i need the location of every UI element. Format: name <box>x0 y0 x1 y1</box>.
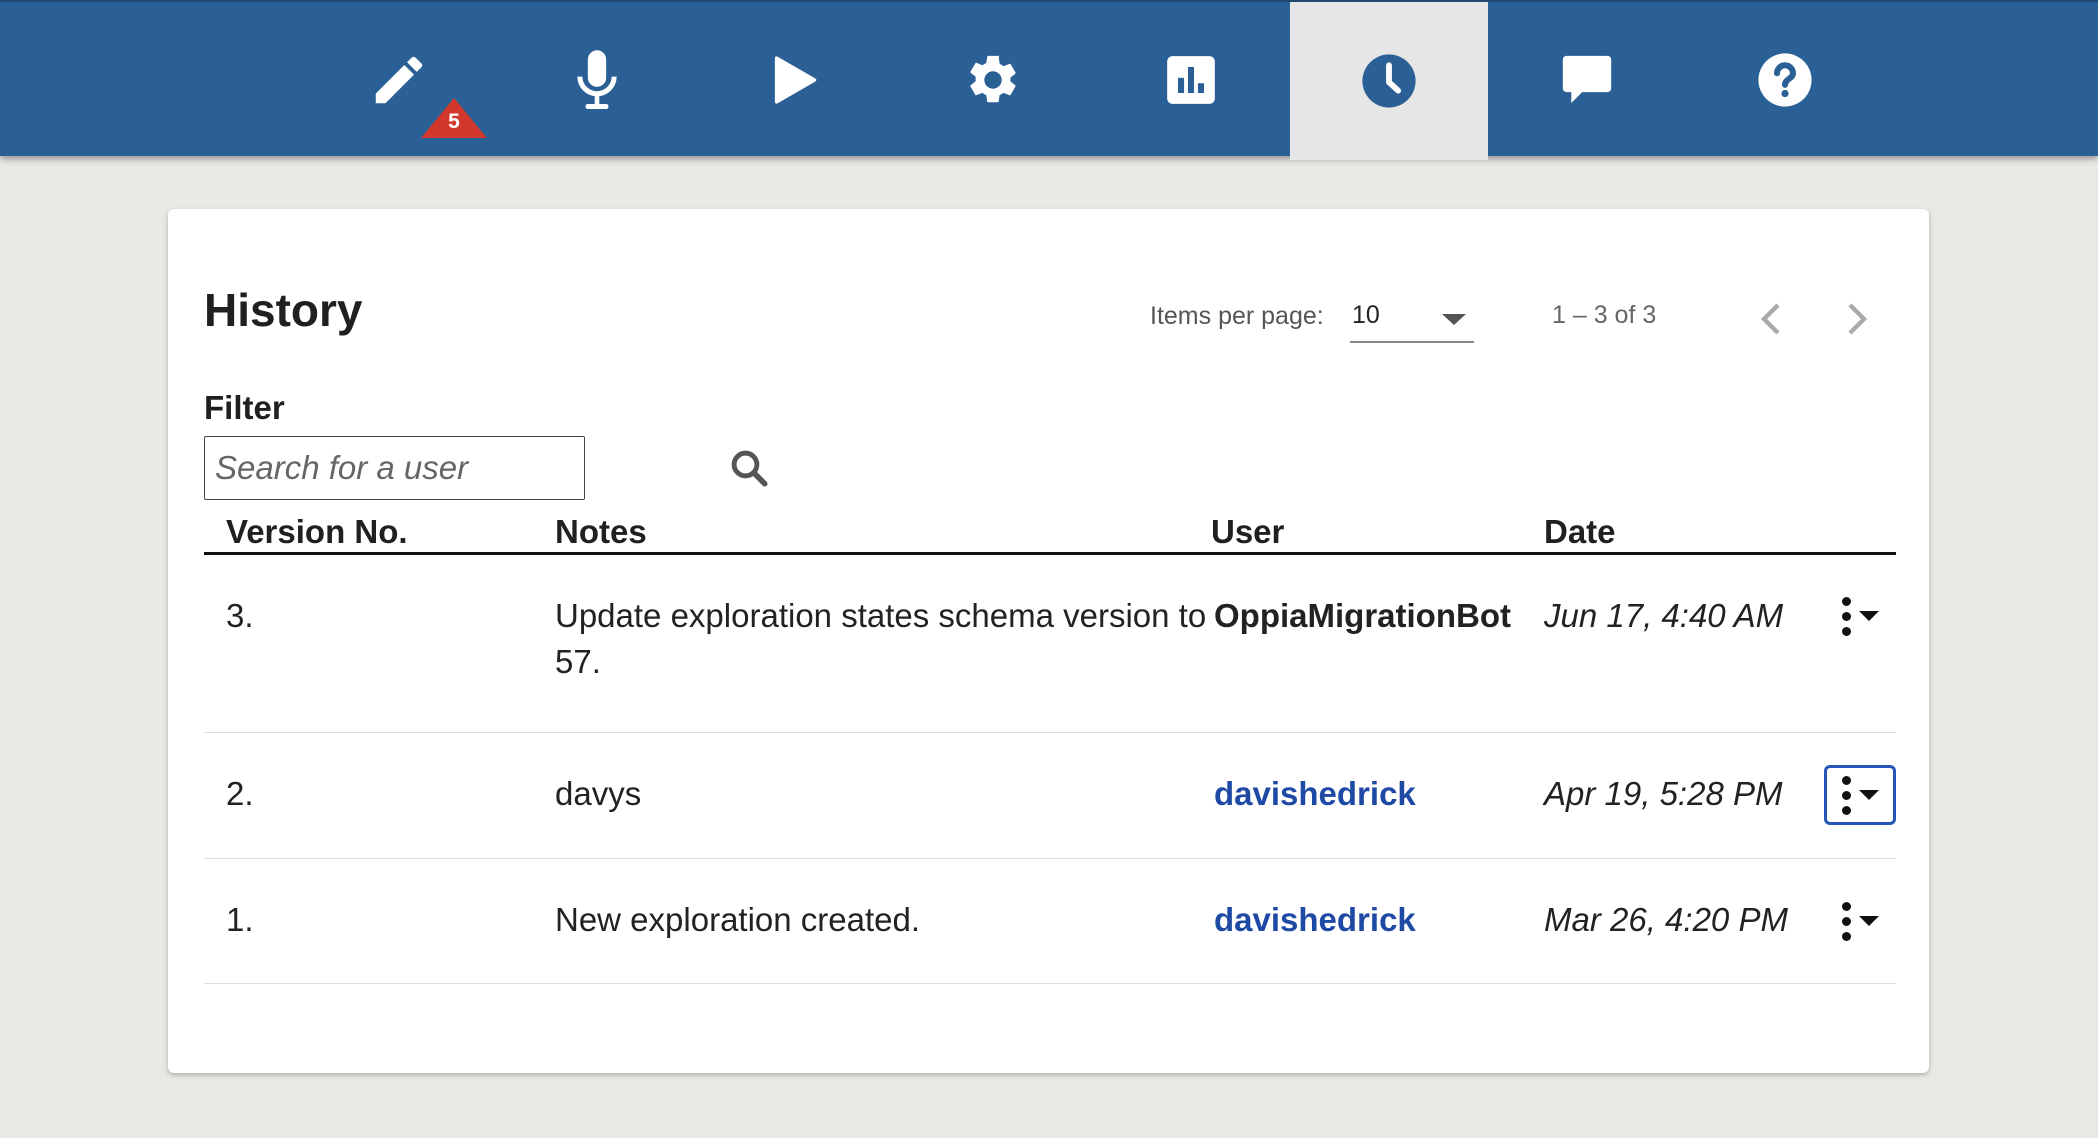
column-header-version: Version No. <box>226 513 408 550</box>
chevron-right-icon <box>1848 303 1868 335</box>
version-number: 1. <box>226 901 254 938</box>
table-row: 1. New exploration created. davishedrick… <box>204 859 1896 984</box>
commit-notes: Update exploration states schema version… <box>555 597 1207 680</box>
bar-chart-icon <box>1167 56 1215 104</box>
chevron-down-icon <box>1442 314 1466 325</box>
gear-icon <box>970 55 1016 103</box>
version-number: 2. <box>226 775 254 812</box>
history-table: Version No. Notes User Date 3. Update ex… <box>204 499 1896 984</box>
tab-preview[interactable] <box>696 2 894 158</box>
tab-settings[interactable] <box>894 2 1092 158</box>
more-vertical-icon <box>1841 901 1851 941</box>
tab-feedback[interactable] <box>1488 2 1686 158</box>
commit-date: Apr 19, 5:28 PM <box>1544 775 1783 812</box>
table-row: 2. davys davishedrick Apr 19, 5:28 PM <box>204 733 1896 859</box>
user-search-input[interactable] <box>204 436 585 500</box>
commit-notes: davys <box>555 775 642 812</box>
items-per-page-label: Items per page: <box>1150 302 1324 330</box>
tab-translation[interactable] <box>498 2 696 158</box>
caret-down-icon <box>1858 611 1879 621</box>
previous-page-button[interactable] <box>1750 295 1790 343</box>
row-options-button[interactable] <box>1824 891 1896 951</box>
items-per-page-value: 10 <box>1352 301 1380 329</box>
commit-date: Jun 17, 4:40 AM <box>1544 597 1784 634</box>
clock-icon <box>1362 54 1416 108</box>
play-icon <box>774 56 817 104</box>
next-page-button[interactable] <box>1838 295 1878 343</box>
history-card: History Items per page: 10 1 – 3 of 3 Fi… <box>168 209 1929 1073</box>
commit-user-link[interactable]: davishedrick <box>1214 771 1416 817</box>
question-circle-icon <box>1758 53 1812 107</box>
chevron-left-icon <box>1760 303 1780 335</box>
items-per-page-select[interactable]: 10 <box>1350 293 1474 343</box>
more-vertical-icon <box>1841 775 1851 815</box>
microphone-icon <box>577 50 617 110</box>
page-title: History <box>204 284 363 336</box>
column-header-notes: Notes <box>555 513 647 550</box>
commit-notes: New exploration created. <box>555 901 921 938</box>
table-row: 3. Update exploration states schema vers… <box>204 555 1896 733</box>
warning-badge-count: 5 <box>448 110 460 133</box>
warning-badge: 5 <box>421 98 487 138</box>
commit-user: OppiaMigrationBot <box>1214 597 1511 634</box>
commit-date: Mar 26, 4:20 PM <box>1544 901 1788 938</box>
top-navbar: 5 <box>0 0 2098 160</box>
tab-statistics[interactable] <box>1092 2 1290 158</box>
version-number: 3. <box>226 597 254 634</box>
speech-bubble-icon <box>1562 55 1612 103</box>
filter-label: Filter <box>204 389 285 426</box>
row-options-button[interactable] <box>1824 765 1896 825</box>
column-header-user: User <box>1211 513 1285 550</box>
column-header-date: Date <box>1544 513 1616 550</box>
row-options-button[interactable] <box>1824 586 1896 646</box>
more-vertical-icon <box>1841 596 1851 636</box>
caret-down-icon <box>1858 916 1879 926</box>
caret-down-icon <box>1858 790 1879 800</box>
search-icon[interactable] <box>728 447 770 489</box>
tab-history[interactable] <box>1290 2 1488 160</box>
commit-user-link[interactable]: davishedrick <box>1214 897 1416 943</box>
tab-help[interactable] <box>1686 2 1884 158</box>
table-header: Version No. Notes User Date <box>204 499 1896 555</box>
pagination-range: 1 – 3 of 3 <box>1552 301 1657 329</box>
